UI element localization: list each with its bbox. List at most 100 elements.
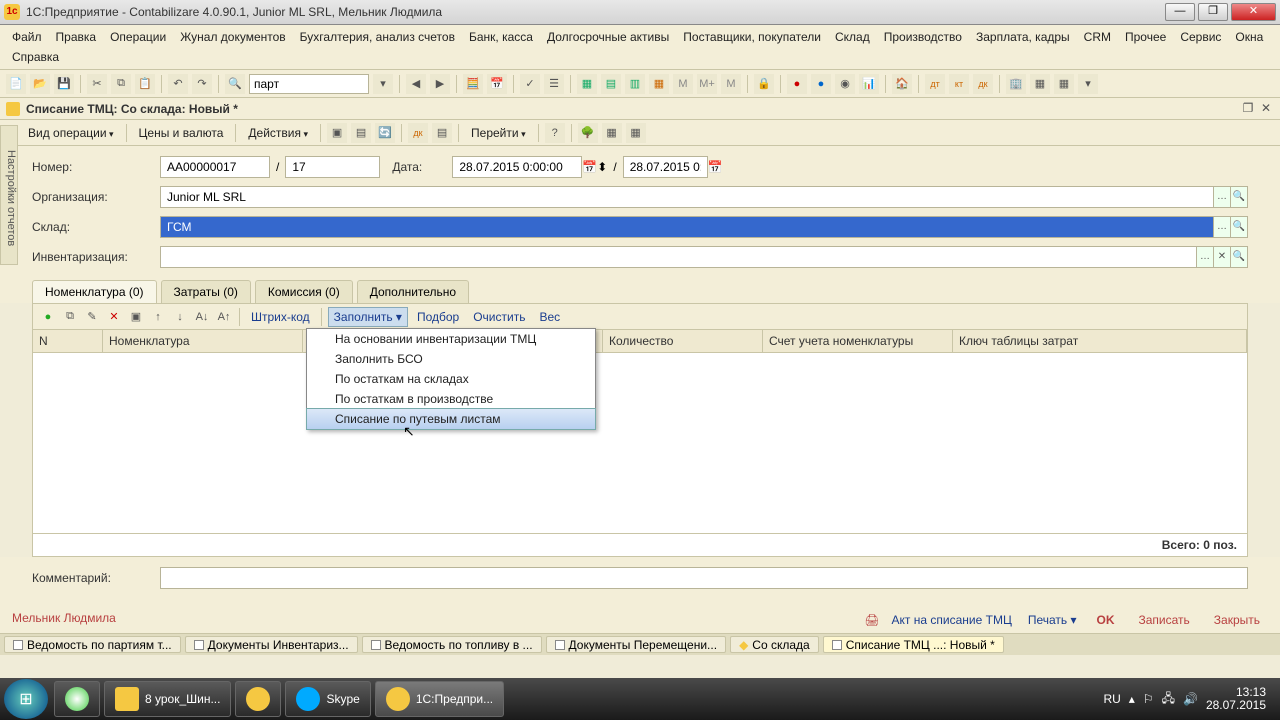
- dt-grid2-icon[interactable]: ▦: [626, 123, 646, 143]
- org-select-icon[interactable]: …: [1213, 186, 1231, 208]
- menu-accounting[interactable]: Бухгалтерия, анализ счетов: [294, 28, 461, 46]
- grid-down-icon[interactable]: ↓: [171, 308, 189, 326]
- goto-button[interactable]: Перейти: [465, 124, 532, 142]
- grid-add-icon[interactable]: ●: [39, 308, 57, 326]
- col-key[interactable]: Ключ таблицы затрат: [953, 330, 1247, 352]
- sklad-select-icon[interactable]: …: [1213, 216, 1231, 238]
- save-button[interactable]: Записать: [1131, 611, 1198, 629]
- print-doc-link[interactable]: Акт на списание ТМЦ: [888, 611, 1016, 629]
- dd-bso[interactable]: Заполнить БСО: [307, 349, 595, 369]
- number-input[interactable]: [160, 156, 270, 178]
- wintab-4[interactable]: ◆Со склада: [730, 636, 819, 653]
- doc-close-icon[interactable]: ✕: [1258, 101, 1274, 117]
- dt-save-icon[interactable]: ▤: [351, 123, 371, 143]
- menu-ops[interactable]: Операции: [104, 28, 172, 46]
- menu-other[interactable]: Прочее: [1119, 28, 1172, 46]
- tab-additional[interactable]: Дополнительно: [357, 280, 469, 303]
- tray-lang[interactable]: RU: [1103, 692, 1120, 706]
- comment-input[interactable]: [160, 567, 1248, 589]
- tb-t2-icon[interactable]: кт: [949, 74, 969, 94]
- org-input[interactable]: [160, 186, 1214, 208]
- dt-dk-icon[interactable]: дк: [408, 123, 428, 143]
- tray-up-icon[interactable]: ▴: [1129, 692, 1135, 706]
- footer-user[interactable]: Мельник Людмила: [12, 611, 116, 629]
- grid-end-icon[interactable]: ▣: [127, 308, 145, 326]
- dd-stock[interactable]: По остаткам на складах: [307, 369, 595, 389]
- sidebar-reports-tab[interactable]: Настройки отчетов: [0, 125, 18, 265]
- wintab-5[interactable]: Списание ТМЦ ...: Новый *: [823, 636, 1004, 653]
- wintab-1[interactable]: Документы Инвентариз...: [185, 636, 358, 653]
- tb-calc-icon[interactable]: 🧮: [463, 74, 483, 94]
- tab-nomenclature[interactable]: Номенклатура (0): [32, 280, 157, 303]
- dt-help-icon[interactable]: ?: [545, 123, 565, 143]
- tab-commission[interactable]: Комиссия (0): [255, 280, 353, 303]
- task-chrome[interactable]: [54, 681, 100, 717]
- wintab-0[interactable]: Ведомость по партиям т...: [4, 636, 181, 653]
- tb-r5-icon[interactable]: ▦: [1030, 74, 1050, 94]
- barcode-button[interactable]: Штрих-код: [246, 308, 315, 326]
- dd-waybill[interactable]: Списание по путевым листам: [306, 408, 596, 430]
- minimize-button[interactable]: —: [1165, 3, 1195, 21]
- print-button[interactable]: Печать ▾: [1024, 611, 1081, 629]
- inv-input[interactable]: [160, 246, 1197, 268]
- tb-chk-icon[interactable]: ✓: [520, 74, 540, 94]
- tb-open-icon[interactable]: 📂: [30, 74, 50, 94]
- doc-maximize-icon[interactable]: ❐: [1240, 101, 1256, 117]
- tb-r6-icon[interactable]: ▦: [1054, 74, 1074, 94]
- date2-calendar-icon[interactable]: 📅: [708, 160, 723, 174]
- col-qty[interactable]: Количество: [603, 330, 763, 352]
- tb-r1-icon[interactable]: ●: [787, 74, 807, 94]
- fill-button[interactable]: Заполнить ▾: [328, 307, 408, 327]
- weight-button[interactable]: Вес: [534, 308, 565, 326]
- actions-button[interactable]: Действия: [242, 124, 314, 142]
- tb-g4-icon[interactable]: ▦: [649, 74, 669, 94]
- menu-bank[interactable]: Банк, касса: [463, 28, 539, 46]
- dt-post-icon[interactable]: ▣: [327, 123, 347, 143]
- tb-undo-icon[interactable]: ↶: [168, 74, 188, 94]
- tb-g3-icon[interactable]: ▥: [625, 74, 645, 94]
- tb-h-icon[interactable]: 🏢: [1006, 74, 1026, 94]
- dt-btn-icon[interactable]: ▤: [432, 123, 452, 143]
- tb-nav-fwd-icon[interactable]: ▶: [430, 74, 450, 94]
- col-n[interactable]: N: [33, 330, 103, 352]
- grid-delete-icon[interactable]: ✕: [105, 308, 123, 326]
- ok-button[interactable]: OK: [1089, 611, 1123, 629]
- tb-mp-icon[interactable]: M+: [697, 74, 717, 94]
- tb-cut-icon[interactable]: ✂: [87, 74, 107, 94]
- tb-save-icon[interactable]: 💾: [54, 74, 74, 94]
- tb-t1-icon[interactable]: дт: [925, 74, 945, 94]
- date-calendar-icon[interactable]: 📅: [582, 160, 597, 174]
- dt-record-icon[interactable]: 🔄: [375, 123, 395, 143]
- org-search-icon[interactable]: 🔍: [1230, 186, 1248, 208]
- menu-crm[interactable]: CRM: [1078, 28, 1117, 46]
- menu-partners[interactable]: Поставщики, покупатели: [677, 28, 827, 46]
- sklad-search-icon[interactable]: 🔍: [1230, 216, 1248, 238]
- tb-r2-icon[interactable]: ●: [811, 74, 831, 94]
- tb-new-icon[interactable]: 📄: [6, 74, 26, 94]
- tb-lock-icon[interactable]: 🔒: [754, 74, 774, 94]
- clear-button[interactable]: Очистить: [468, 308, 530, 326]
- inv-clear-icon[interactable]: ✕: [1213, 246, 1231, 268]
- tb-cal-icon[interactable]: 📅: [487, 74, 507, 94]
- menu-edit[interactable]: Правка: [50, 28, 103, 46]
- menu-production[interactable]: Производство: [878, 28, 968, 46]
- tb-t3-icon[interactable]: дк: [973, 74, 993, 94]
- toolbar-search-input[interactable]: [249, 74, 369, 94]
- sklad-input[interactable]: [160, 216, 1214, 238]
- maximize-button[interactable]: ❐: [1198, 3, 1228, 21]
- grid-up-icon[interactable]: ↑: [149, 308, 167, 326]
- grid-sort-desc-icon[interactable]: A↑: [215, 308, 233, 326]
- close-doc-button[interactable]: Закрыть: [1206, 611, 1268, 629]
- menu-help[interactable]: Справка: [6, 48, 65, 66]
- tb-g1-icon[interactable]: ▦: [577, 74, 597, 94]
- menu-windows[interactable]: Окна: [1229, 28, 1269, 46]
- tray-flag-icon[interactable]: ⚐: [1143, 692, 1154, 706]
- wintab-2[interactable]: Ведомость по топливу в ...: [362, 636, 542, 653]
- tb-mm-icon[interactable]: M: [721, 74, 741, 94]
- subnumber-input[interactable]: [285, 156, 380, 178]
- grid-copy-icon[interactable]: ⧉: [61, 308, 79, 326]
- inv-select-icon[interactable]: …: [1196, 246, 1214, 268]
- date-spin-icon[interactable]: ⬍: [597, 160, 607, 174]
- grid-sort-asc-icon[interactable]: A↓: [193, 308, 211, 326]
- tray-vol-icon[interactable]: 🔊: [1183, 692, 1198, 706]
